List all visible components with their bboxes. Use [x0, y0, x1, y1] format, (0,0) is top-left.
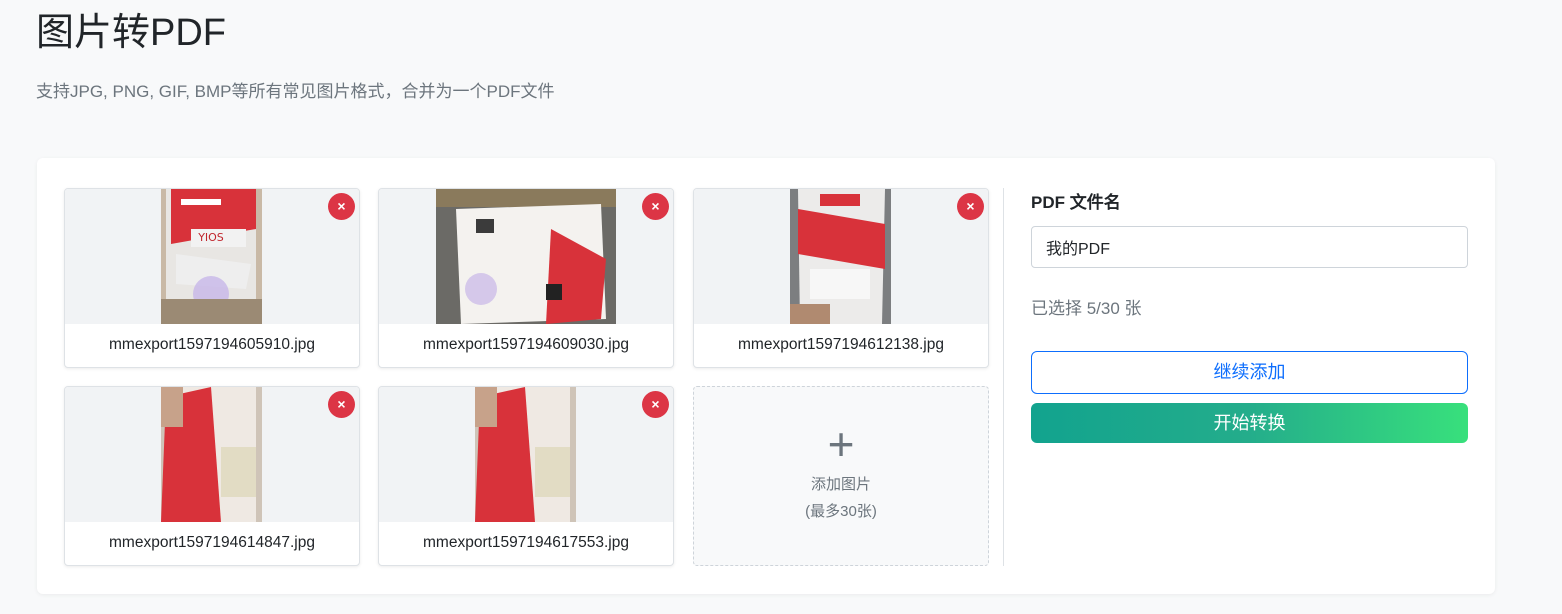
image-tile[interactable]: × mmexport1597194614847.jpg — [64, 386, 360, 566]
pdf-filename-label: PDF 文件名 — [1031, 193, 1121, 212]
image-grid: YIOS × mmexport1597194605910.jpg × mmexp… — [64, 188, 989, 566]
remove-image-button[interactable]: × — [328, 391, 355, 418]
image-tile[interactable]: YIOS × mmexport1597194605910.jpg — [64, 188, 360, 368]
image-thumbnail — [436, 189, 616, 324]
thumbnail-area: YIOS — [65, 189, 359, 324]
thumbnail-area — [379, 189, 673, 324]
remove-image-button[interactable]: × — [642, 391, 669, 418]
image-thumbnail — [161, 387, 262, 522]
image-filename: mmexport1597194609030.jpg — [423, 336, 629, 353]
thumbnail-area — [379, 387, 673, 522]
remove-image-button[interactable]: × — [957, 193, 984, 220]
continue-adding-button[interactable]: 继续添加 — [1031, 351, 1468, 394]
max-images-hint: (最多30张) — [805, 503, 877, 520]
thumbnail-area — [694, 189, 988, 324]
plus-icon: + — [827, 418, 855, 470]
image-filename: mmexport1597194612138.jpg — [738, 336, 944, 353]
start-convert-button[interactable]: 开始转换 — [1031, 403, 1468, 443]
divider — [1003, 188, 1004, 566]
page-subtitle: 支持JPG, PNG, GIF, BMP等所有常见图片格式，合并为一个PDF文件 — [36, 82, 555, 101]
image-filename: mmexport1597194614847.jpg — [109, 534, 315, 551]
svg-text:YIOS: YIOS — [197, 231, 224, 244]
thumbnail-area — [65, 387, 359, 522]
add-image-label: 添加图片 — [810, 476, 871, 493]
image-tile[interactable]: × mmexport1597194612138.jpg — [693, 188, 989, 368]
page-title: 图片转PDF — [36, 12, 227, 54]
selected-count: 已选择 5/30 张 — [1031, 299, 1142, 318]
image-filename: mmexport1597194617553.jpg — [423, 534, 629, 551]
image-thumbnail: YIOS — [161, 189, 262, 324]
image-thumbnail — [790, 189, 891, 324]
image-tile[interactable]: × mmexport1597194609030.jpg — [378, 188, 674, 368]
image-filename: mmexport1597194605910.jpg — [109, 336, 315, 353]
converter-card: YIOS × mmexport1597194605910.jpg × mmexp… — [37, 158, 1495, 594]
remove-image-button[interactable]: × — [328, 193, 355, 220]
add-image-tile[interactable]: + 添加图片 (最多30张) — [693, 386, 989, 566]
image-thumbnail — [475, 387, 576, 522]
remove-image-button[interactable]: × — [642, 193, 669, 220]
pdf-filename-input[interactable] — [1031, 226, 1468, 268]
image-tile[interactable]: × mmexport1597194617553.jpg — [378, 386, 674, 566]
